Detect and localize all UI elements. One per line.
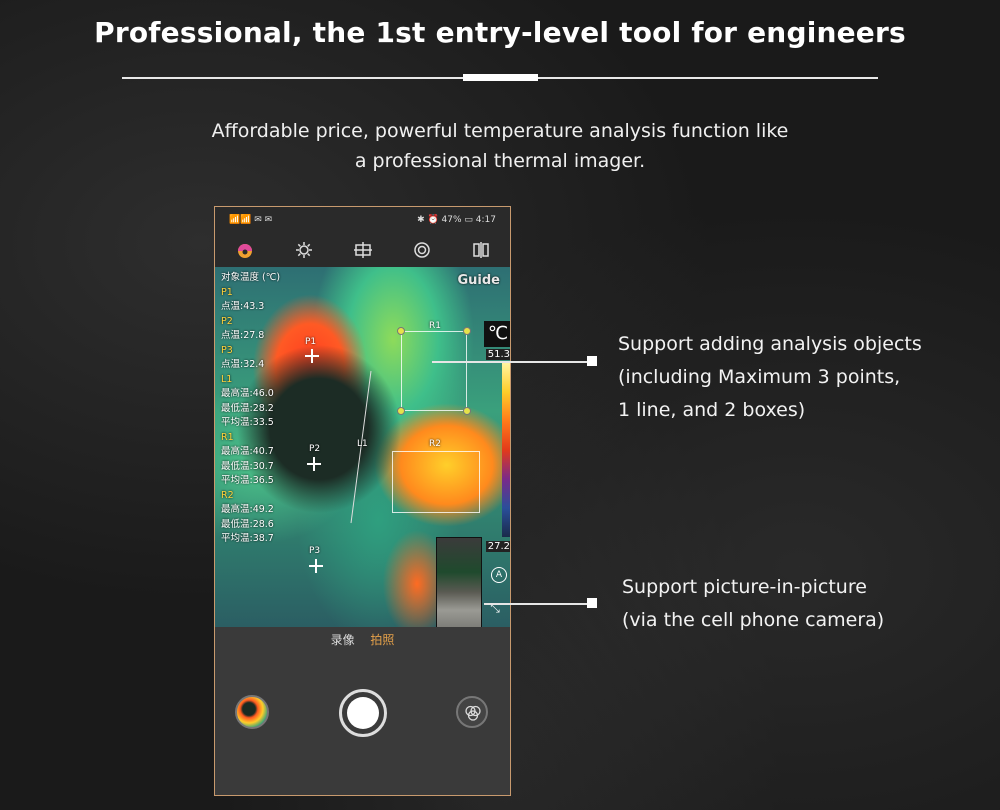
status-bar: 📶📶 ✉ ✉ ✱ ⏰ 47% ▭ 4:17 <box>215 207 510 233</box>
palette-icon[interactable] <box>232 237 258 263</box>
title-divider-accent <box>463 74 538 81</box>
subtitle-line-2: a professional thermal imager. <box>354 150 646 172</box>
analysis-point-p2[interactable] <box>307 457 321 471</box>
mode-video[interactable]: 录像 <box>331 633 355 647</box>
label-p1: P1 <box>305 337 317 347</box>
callout-line-analysis <box>432 361 592 363</box>
filter-icon <box>465 705 481 721</box>
brightness-icon[interactable] <box>291 237 317 263</box>
phone-screenshot: 📶📶 ✉ ✉ ✱ ⏰ 47% ▭ 4:17 对象温度 (℃) P1 点温:43.… <box>214 206 511 796</box>
pip-auto-badge[interactable]: A <box>491 567 507 583</box>
analysis-point-p1[interactable] <box>305 349 319 363</box>
status-left: 📶📶 ✉ ✉ <box>229 215 273 225</box>
gallery-thumbnail[interactable] <box>235 695 269 729</box>
subtitle-line-1: Affordable price, powerful temperature a… <box>211 120 789 142</box>
callout-analysis: Support adding analysis objects (includi… <box>618 328 922 427</box>
callout-analysis-line-2: (including Maximum 3 points, <box>618 366 901 388</box>
callout-analysis-line-1: Support adding analysis objects <box>618 333 922 355</box>
compare-icon[interactable] <box>468 237 494 263</box>
subtitle: Affordable price, powerful temperature a… <box>150 116 850 176</box>
analysis-point-p3[interactable] <box>309 559 323 573</box>
callout-pip: Support picture-in-picture (via the cell… <box>622 571 884 637</box>
callout-pip-line-2: (via the cell phone camera) <box>622 609 885 631</box>
callout-dot-pip <box>587 598 597 608</box>
callout-line-pip <box>484 603 592 605</box>
status-right: ✱ ⏰ 47% ▭ 4:17 <box>417 215 496 225</box>
callout-pip-line-1: Support picture-in-picture <box>622 576 867 598</box>
label-p3: P3 <box>309 546 321 556</box>
shutter-button[interactable] <box>339 689 387 737</box>
callout-analysis-line-3: 1 line, and 2 boxes) <box>618 399 806 421</box>
target-icon[interactable] <box>409 237 435 263</box>
camera-toolbar <box>215 233 510 267</box>
label-p2: P2 <box>309 444 321 454</box>
filter-button[interactable] <box>456 696 488 728</box>
mode-photo[interactable]: 拍照 <box>370 633 394 647</box>
mode-switch: 录像 拍照 <box>215 631 510 648</box>
label-l1: L1 <box>357 439 368 449</box>
callout-dot-analysis <box>587 356 597 366</box>
page-title: Professional, the 1st entry-level tool f… <box>94 16 906 49</box>
picture-in-picture[interactable] <box>436 537 482 627</box>
thermal-view[interactable]: 对象温度 (℃) P1 点温:43.3 P2 点温:27.8 P3 点温:32.… <box>215 267 510 627</box>
crosshair-grid-icon[interactable] <box>350 237 376 263</box>
camera-controls: 录像 拍照 <box>215 627 510 795</box>
